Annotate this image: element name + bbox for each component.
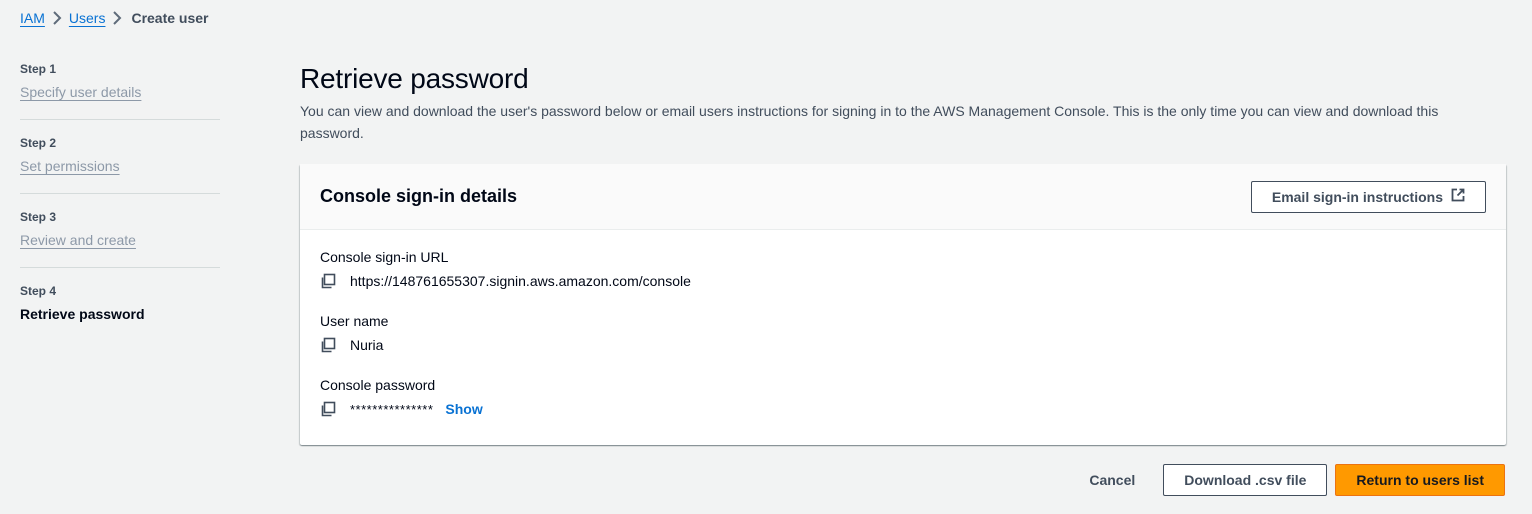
email-sign-in-instructions-button[interactable]: Email sign-in instructions	[1250, 180, 1486, 213]
wizard-step-1: Step 1 Specify user details	[20, 60, 220, 120]
return-to-users-list-button[interactable]: Return to users list	[1335, 464, 1505, 496]
container-header: Console sign-in details Email sign-in in…	[300, 164, 1506, 230]
show-password-link[interactable]: Show	[445, 401, 482, 417]
breadcrumb-users-link[interactable]: Users	[69, 10, 106, 26]
step-number: Step 2	[20, 136, 57, 150]
sign-in-url-field: Console sign-in URL https://148761655307…	[320, 247, 1486, 291]
console-password-field: Console password *************** Show	[320, 375, 1486, 419]
external-link-icon	[1451, 188, 1465, 205]
step-link-set-permissions[interactable]: Set permissions	[20, 156, 120, 176]
wizard-steps: Step 1 Specify user details Step 2 Set p…	[20, 60, 220, 355]
field-value-row: https://148761655307.signin.aws.amazon.c…	[320, 271, 1486, 291]
cancel-button[interactable]: Cancel	[1069, 464, 1155, 496]
container-title: Console sign-in details	[320, 186, 518, 206]
step-number: Step 1	[20, 62, 57, 76]
main-content: Retrieve password You can view and downl…	[300, 60, 1506, 144]
copy-icon[interactable]	[320, 399, 342, 419]
container-body: Console sign-in URL https://148761655307…	[300, 230, 1506, 456]
user-name-value: Nuria	[350, 337, 384, 353]
wizard-step-3: Step 3 Review and create	[20, 208, 220, 268]
wizard-step-2: Step 2 Set permissions	[20, 134, 220, 194]
field-value-row: Nuria	[320, 335, 1486, 355]
password-masked-value: ***************	[350, 401, 434, 417]
create-user-page: IAM Users Create user Step 1 Specify use…	[0, 0, 1532, 514]
console-sign-in-details-container: Console sign-in details Email sign-in in…	[300, 164, 1506, 445]
download-csv-button[interactable]: Download .csv file	[1163, 464, 1328, 496]
form-actions: Cancel Download .csv file Return to user…	[1069, 464, 1505, 496]
wizard-step-4: Step 4 Retrieve password	[20, 282, 220, 341]
step-link-review-and-create[interactable]: Review and create	[20, 230, 136, 250]
chevron-right-icon	[105, 11, 129, 25]
step-current-retrieve-password: Retrieve password	[20, 306, 145, 322]
chevron-right-icon	[45, 11, 69, 25]
sign-in-url-value: https://148761655307.signin.aws.amazon.c…	[350, 273, 691, 289]
step-number: Step 3	[20, 210, 57, 224]
copy-icon[interactable]	[320, 271, 342, 291]
copy-icon[interactable]	[320, 335, 342, 355]
breadcrumb: IAM Users Create user	[20, 8, 209, 28]
step-link-specify-user-details[interactable]: Specify user details	[20, 82, 141, 102]
user-name-field: User name Nuria	[320, 311, 1486, 355]
breadcrumb-current: Create user	[131, 10, 209, 26]
page-title: Retrieve password	[300, 63, 529, 94]
field-label: Console sign-in URL	[320, 249, 449, 265]
field-label: Console password	[320, 377, 436, 393]
step-number: Step 4	[20, 284, 57, 298]
breadcrumb-iam-link[interactable]: IAM	[20, 10, 45, 26]
field-label: User name	[320, 313, 389, 329]
email-button-label: Email sign-in instructions	[1271, 188, 1443, 205]
field-value-row: *************** Show	[320, 399, 1486, 419]
page-description: You can view and download the user's pas…	[300, 103, 1439, 141]
